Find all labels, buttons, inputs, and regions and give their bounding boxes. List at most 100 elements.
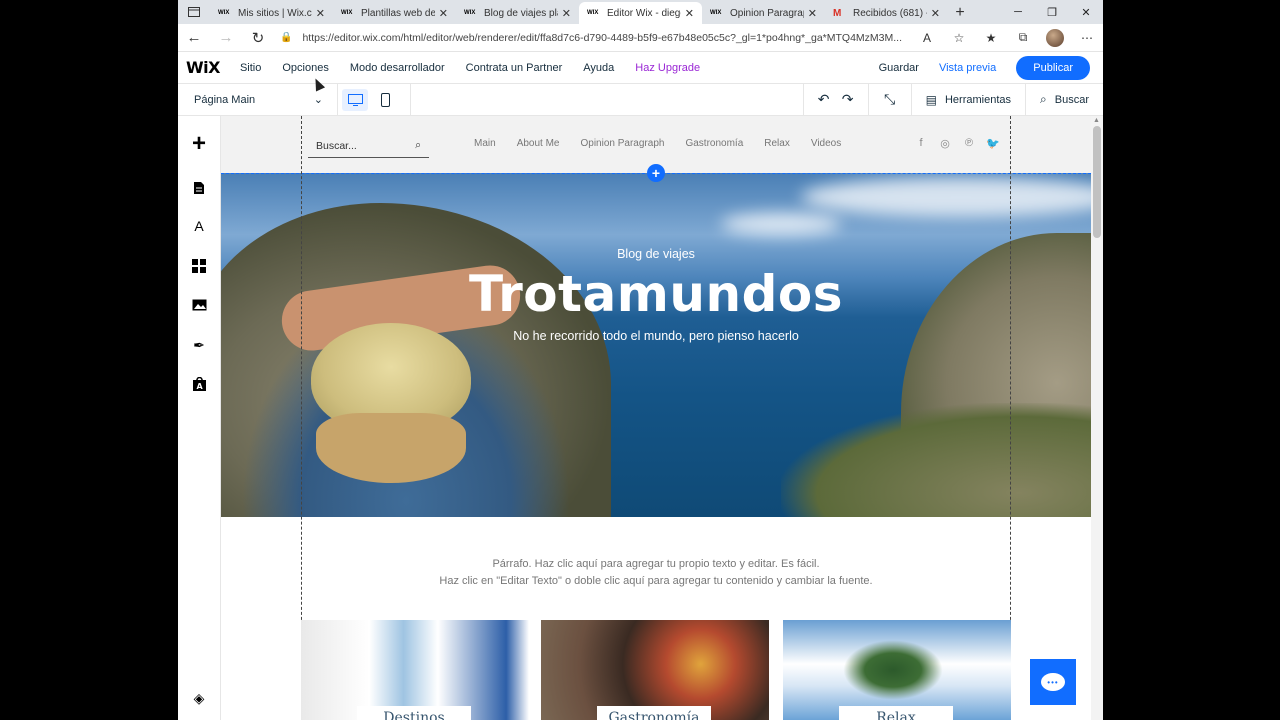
business-icon[interactable]: A	[188, 373, 210, 395]
menu-modo-desarrollador[interactable]: Modo desarrollador	[350, 62, 445, 74]
editor-canvas[interactable]: Buscar... ⌕ Main About Me Opinion Paragr…	[221, 116, 1091, 720]
close-tab-icon[interactable]: ✕	[562, 7, 571, 20]
scrollbar-thumb[interactable]	[1093, 126, 1101, 238]
search-button[interactable]: ⌕ Buscar	[1025, 83, 1103, 116]
mobile-view-icon[interactable]	[372, 89, 398, 111]
wix-favicon-icon: WIX	[341, 10, 353, 16]
card-label: Gastronomía	[597, 706, 711, 720]
read-aloud-icon[interactable]: A	[911, 31, 943, 45]
browser-tab-active[interactable]: WIX Editor Wix - diego ✕	[579, 2, 702, 24]
add-apps-icon[interactable]	[188, 255, 210, 277]
browser-window: WIX Mis sitios | Wix.com ✕ WIX Plantilla…	[178, 0, 1103, 720]
menu-contrata-partner[interactable]: Contrata un Partner	[466, 62, 563, 74]
instagram-icon[interactable]: ◎	[933, 137, 957, 150]
close-tab-icon[interactable]: ✕	[439, 7, 448, 20]
url-text: https://editor.wix.com/html/editor/web/r…	[302, 31, 902, 44]
wix-logo[interactable]: WiX	[178, 58, 240, 77]
browser-tab[interactable]: WIX Plantillas web de Bl ✕	[333, 2, 456, 24]
nav-item-opinion-paragraph[interactable]: Opinion Paragraph	[581, 138, 665, 149]
wix-favicon-icon: WIX	[464, 10, 476, 16]
cloud-shape	[721, 213, 841, 235]
close-tab-icon[interactable]: ✕	[808, 7, 817, 20]
favorite-add-icon[interactable]: ☆	[943, 31, 975, 45]
add-elements-icon[interactable]: +	[188, 130, 210, 157]
canvas-scrollbar[interactable]: ▲	[1091, 116, 1103, 720]
search-label: Buscar	[1054, 93, 1089, 106]
tab-actions-icon[interactable]	[178, 0, 210, 24]
tools-icon: ▤	[925, 92, 937, 107]
browser-tab[interactable]: WIX Blog de viajes plant ✕	[456, 2, 579, 24]
card-gastronomia[interactable]: Gastronomía	[541, 620, 769, 720]
more-icon[interactable]: ⋯	[1071, 31, 1103, 45]
forward-icon[interactable]: →	[210, 24, 242, 52]
blog-icon[interactable]: ✒	[188, 334, 210, 356]
browser-tab[interactable]: WIX Mis sitios | Wix.com ✕	[210, 2, 333, 24]
new-tab-icon[interactable]: +	[948, 2, 972, 24]
pinterest-icon[interactable]: ℗	[957, 137, 981, 150]
preview-button[interactable]: Vista previa	[939, 62, 996, 74]
card-relax[interactable]: Relax	[783, 620, 1011, 720]
menu-opciones[interactable]: Opciones	[282, 62, 328, 74]
hero-title[interactable]: Trotamundos	[221, 265, 1091, 323]
menu-sitio[interactable]: Sitio	[240, 62, 261, 74]
hero-subtitle[interactable]: Blog de viajes	[221, 247, 1091, 261]
site-design-icon[interactable]: A	[188, 215, 210, 237]
nav-item-main[interactable]: Main	[474, 138, 496, 149]
pages-menu-icon[interactable]	[188, 177, 210, 199]
tab-title: Blog de viajes plant	[484, 7, 558, 19]
close-tab-icon[interactable]: ✕	[685, 7, 694, 20]
wix-favicon-icon: WIX	[587, 10, 599, 16]
menu-ayuda[interactable]: Ayuda	[583, 62, 614, 74]
toolbar-divider	[867, 83, 869, 116]
close-window-icon[interactable]: ✕	[1069, 0, 1103, 24]
tab-strip: WIX Mis sitios | Wix.com ✕ WIX Plantilla…	[178, 0, 1103, 24]
facebook-icon[interactable]: f	[909, 137, 933, 150]
url-field[interactable]: 🔒 https://editor.wix.com/html/editor/web…	[274, 32, 911, 44]
scroll-up-icon[interactable]: ▲	[1093, 117, 1100, 124]
minimize-icon[interactable]: ─	[1001, 0, 1035, 24]
paragraph-text[interactable]: Párrafo. Haz clic aquí para agregar tu p…	[221, 556, 1091, 590]
close-tab-icon[interactable]: ✕	[931, 7, 940, 20]
tab-title: Opinion Paragraph	[730, 7, 804, 19]
add-section-icon[interactable]: +	[647, 164, 665, 182]
nav-item-about-me[interactable]: About Me	[517, 138, 560, 149]
media-icon[interactable]	[188, 294, 210, 316]
twitter-icon[interactable]: 🐦	[981, 137, 1005, 150]
tab-title: Editor Wix - diego	[607, 7, 681, 19]
zoom-out-icon[interactable]: ⤡	[878, 91, 902, 108]
save-button[interactable]: Guardar	[879, 62, 919, 74]
tab-title: Mis sitios | Wix.com	[238, 7, 312, 19]
traveler-hair-image	[316, 413, 466, 483]
nav-item-gastronomia[interactable]: Gastronomía	[685, 138, 743, 149]
nav-item-videos[interactable]: Videos	[811, 138, 841, 149]
desktop-view-icon[interactable]	[342, 88, 368, 111]
profile-avatar[interactable]	[1046, 28, 1064, 47]
favorites-icon[interactable]: ★	[975, 31, 1007, 45]
menu-haz-upgrade[interactable]: Haz Upgrade	[635, 62, 700, 74]
site-search-input[interactable]: Buscar... ⌕	[308, 134, 429, 158]
browser-tab[interactable]: M Recibidos (681) - di ✕	[825, 2, 948, 24]
editor-right-tools: ↶ ↷ ⤡ ▤ Herramientas ⌕ Buscar	[802, 83, 1103, 116]
undo-icon[interactable]: ↶	[812, 91, 836, 108]
maximize-icon[interactable]: ❐	[1035, 0, 1069, 24]
layers-icon[interactable]: ◈	[188, 687, 210, 709]
reload-icon[interactable]: ↻	[242, 24, 274, 52]
toolbar-divider	[802, 83, 804, 116]
tools-button[interactable]: ▤ Herramientas	[910, 83, 1025, 116]
redo-icon[interactable]: ↷	[836, 91, 860, 108]
address-bar: ← → ↻ 🔒 https://editor.wix.com/html/edit…	[178, 24, 1103, 52]
back-icon[interactable]: ←	[178, 24, 210, 52]
svg-text:A: A	[196, 382, 203, 391]
publish-button[interactable]: Publicar	[1016, 55, 1090, 80]
coast-image	[781, 403, 1091, 517]
nav-item-relax[interactable]: Relax	[764, 138, 790, 149]
chat-button[interactable]: •••	[1030, 659, 1076, 705]
hero-tagline[interactable]: No he recorrido todo el mundo, pero pien…	[221, 329, 1091, 343]
hero-strip[interactable]: Blog de viajes Trotamundos No he recorri…	[221, 173, 1091, 517]
toolbar-divider	[410, 83, 411, 116]
close-tab-icon[interactable]: ✕	[316, 7, 325, 20]
collections-icon[interactable]: ⧉	[1007, 30, 1039, 45]
card-destinos[interactable]: Destinos	[301, 620, 529, 720]
page-selector-label: Página Main	[194, 93, 256, 106]
browser-tab[interactable]: WIX Opinion Paragraph ✕	[702, 2, 825, 24]
